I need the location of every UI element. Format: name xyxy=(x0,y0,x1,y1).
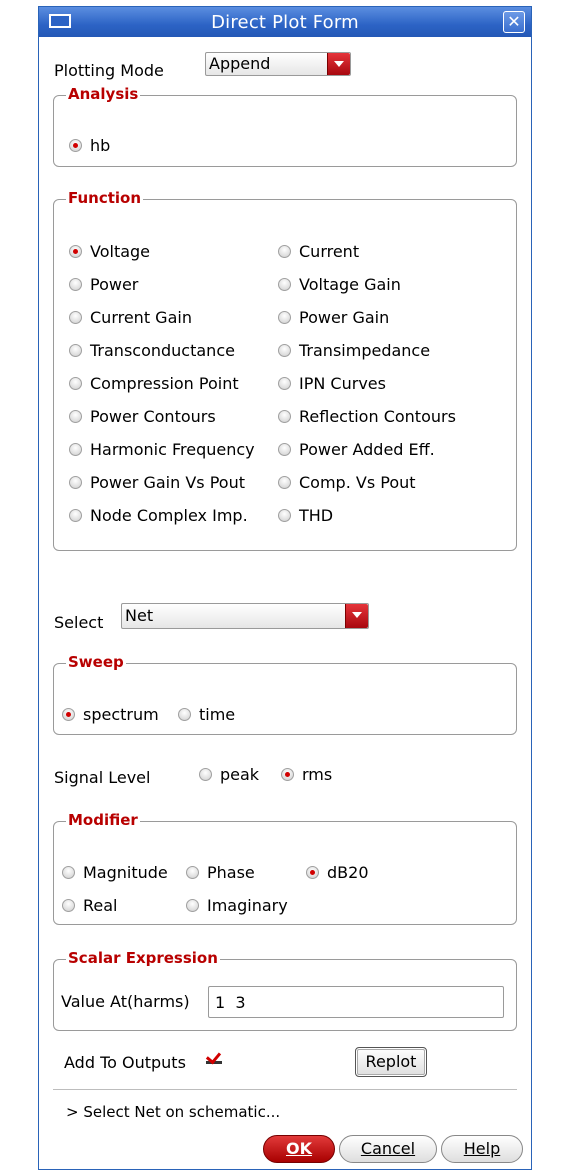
function-group-title: Function xyxy=(66,189,144,207)
modifier-option-label: Phase xyxy=(207,863,255,882)
radio-icon xyxy=(278,476,291,489)
select-value: Net xyxy=(125,606,154,625)
replot-button[interactable]: Replot xyxy=(355,1047,427,1077)
value-at-input-box[interactable] xyxy=(208,986,504,1018)
modifier-option-label: Magnitude xyxy=(83,863,168,882)
plotting-mode-label: Plotting Mode xyxy=(54,61,164,80)
radio-icon xyxy=(62,866,75,879)
signal-level-option-label: rms xyxy=(302,765,333,784)
function-option-label: IPN Curves xyxy=(299,374,386,393)
radio-icon xyxy=(278,311,291,324)
add-to-outputs-checkbox[interactable] xyxy=(206,1050,222,1064)
status-message: > Select Net on schematic... xyxy=(66,1103,281,1121)
radio-icon xyxy=(69,476,82,489)
select-label: Select xyxy=(54,613,104,632)
function-option-label: Voltage Gain xyxy=(299,275,401,294)
function-option-label: Power Added Eff. xyxy=(299,440,435,459)
select-dropdown[interactable]: Net xyxy=(121,603,369,629)
value-at-input[interactable] xyxy=(209,987,503,1017)
radio-selected-icon xyxy=(69,245,82,258)
function-option-label: Power Contours xyxy=(90,407,216,426)
function-option-label: Voltage xyxy=(90,242,151,261)
close-button[interactable]: ✕ xyxy=(503,11,525,33)
cancel-button[interactable]: Cancel xyxy=(339,1135,437,1163)
plotting-mode-value: Append xyxy=(209,54,271,73)
radio-icon xyxy=(69,344,82,357)
analysis-group: Analysis hb xyxy=(53,85,517,167)
sweep-group-title: Sweep xyxy=(66,653,126,671)
function-option-label: Power Gain xyxy=(299,308,390,327)
radio-icon xyxy=(278,344,291,357)
radio-selected-icon xyxy=(306,866,319,879)
radio-selected-icon xyxy=(69,139,82,152)
help-button-label: Help xyxy=(463,1139,501,1158)
radio-icon xyxy=(278,278,291,291)
sweep-option-label: time xyxy=(199,705,236,724)
radio-selected-icon xyxy=(281,768,294,781)
plotting-mode-dropdown[interactable]: Append xyxy=(205,52,351,76)
function-option-label: Harmonic Frequency xyxy=(90,440,255,459)
radio-icon xyxy=(69,443,82,456)
radio-icon xyxy=(199,768,212,781)
value-at-label: Value At(harms) xyxy=(61,992,190,1011)
direct-plot-form-window: Direct Plot Form ✕ Plotting Mode Append … xyxy=(38,6,532,1170)
function-option-label: Current Gain xyxy=(90,308,192,327)
radio-icon xyxy=(186,866,199,879)
modifier-group: Modifier Magnitude Phase dB20 Real Imagi… xyxy=(53,811,517,925)
scalar-expression-group-title: Scalar Expression xyxy=(66,949,220,967)
title-bar[interactable]: Direct Plot Form ✕ xyxy=(39,7,531,37)
divider xyxy=(53,1089,517,1090)
radio-icon xyxy=(278,377,291,390)
radio-selected-icon xyxy=(62,708,75,721)
analysis-group-title: Analysis xyxy=(66,85,141,103)
radio-icon xyxy=(69,377,82,390)
add-to-outputs-label: Add To Outputs xyxy=(64,1053,186,1072)
radio-icon xyxy=(186,899,199,912)
function-option-label: Transconductance xyxy=(90,341,235,360)
signal-level-option-label: peak xyxy=(220,765,260,784)
radio-icon xyxy=(278,245,291,258)
function-option-label: Power Gain Vs Pout xyxy=(90,473,245,492)
modifier-option-label: Real xyxy=(83,896,118,915)
radio-icon xyxy=(69,278,82,291)
radio-icon xyxy=(62,899,75,912)
function-option-label: Transimpedance xyxy=(299,341,431,360)
function-option-label: Power xyxy=(90,275,139,294)
radio-icon xyxy=(69,509,82,522)
function-option-label: Current xyxy=(299,242,360,261)
function-option-label: Compression Point xyxy=(90,374,239,393)
function-option-label: THD xyxy=(299,506,334,525)
window-title: Direct Plot Form xyxy=(211,12,359,33)
modifier-option-label: dB20 xyxy=(327,863,369,882)
help-button[interactable]: Help xyxy=(441,1135,523,1163)
chevron-down-icon xyxy=(345,604,368,628)
function-option-label: Node Complex Imp. xyxy=(90,506,248,525)
chevron-down-icon xyxy=(327,53,350,75)
analysis-option-label: hb xyxy=(90,136,111,155)
radio-icon xyxy=(278,509,291,522)
function-option-label: Reflection Contours xyxy=(299,407,456,426)
close-icon: ✕ xyxy=(507,12,521,31)
radio-icon xyxy=(178,708,191,721)
function-group: Function Voltage Current Power Voltage Gain… xyxy=(53,189,517,551)
radio-icon xyxy=(69,410,82,423)
modifier-group-title: Modifier xyxy=(66,811,140,829)
radio-icon xyxy=(69,311,82,324)
function-option-label: Comp. Vs Pout xyxy=(299,473,416,492)
signal-level-label: Signal Level xyxy=(54,768,151,787)
radio-icon xyxy=(278,443,291,456)
ok-button[interactable]: OK xyxy=(263,1135,335,1163)
sweep-option-label: spectrum xyxy=(83,705,159,724)
radio-icon xyxy=(278,410,291,423)
ok-button-label: OK xyxy=(286,1139,312,1158)
sweep-group: Sweep spectrum time xyxy=(53,653,517,735)
cancel-button-label: Cancel xyxy=(360,1139,416,1158)
modifier-option-label: Imaginary xyxy=(207,896,288,915)
replot-button-label: Replot xyxy=(365,1052,417,1071)
scalar-expression-group: Scalar Expression Value At(harms) xyxy=(53,949,517,1031)
